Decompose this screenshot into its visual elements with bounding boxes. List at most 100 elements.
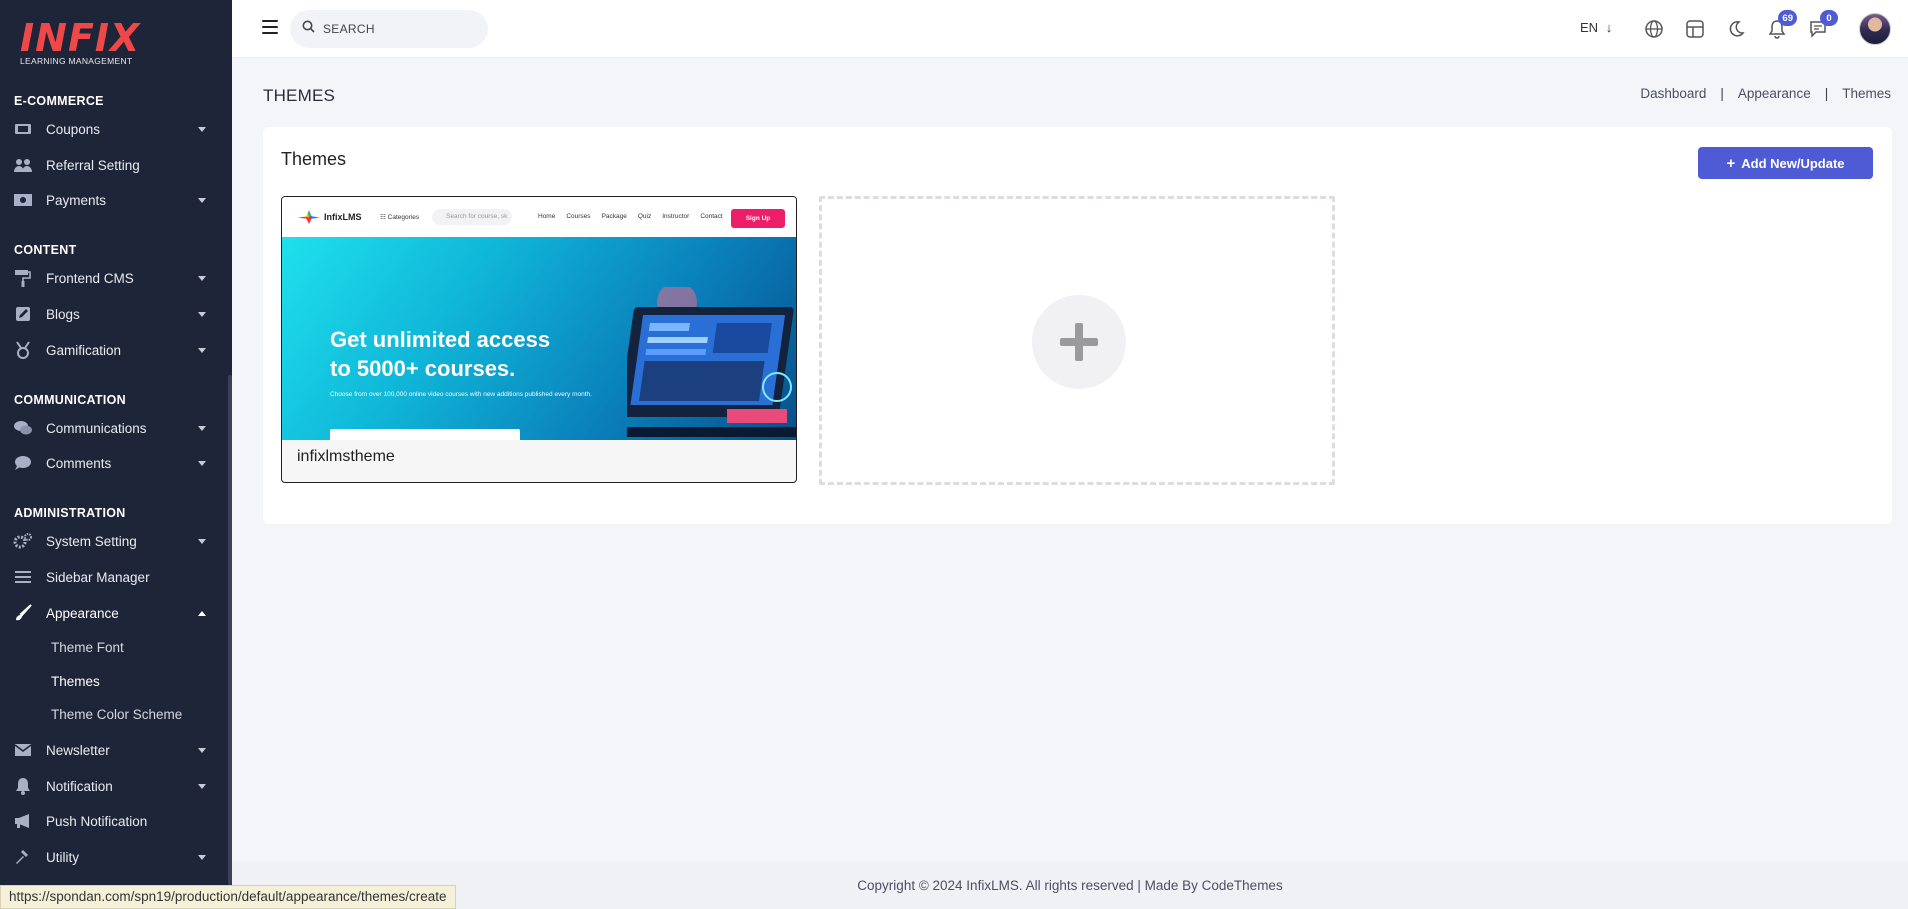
sidebar-item-label: Gamification — [46, 343, 121, 358]
bars-icon — [13, 568, 33, 586]
arrow-down-icon: ↓ — [1606, 20, 1613, 35]
top-header: EN ↓ 69 0 — [232, 0, 1908, 58]
sidebar-item-label: Referral Setting — [46, 158, 140, 173]
gears-icon — [13, 532, 33, 550]
preview-link: Contact — [700, 213, 722, 220]
chevron-down-icon — [198, 784, 206, 789]
preview-categories-label: Categories — [388, 214, 419, 221]
preview-brand: InfixLMS — [324, 212, 362, 222]
laptop-illustration — [627, 287, 796, 437]
page-title: THEMES — [263, 86, 335, 106]
sidebar-subitem-theme-color-scheme[interactable]: Theme Color Scheme — [51, 707, 182, 722]
section-content: CONTENT — [14, 243, 77, 257]
search-input[interactable] — [323, 22, 473, 36]
sidebar-item-push-notification[interactable]: Push Notification — [0, 806, 226, 836]
preview-link: Package — [602, 213, 627, 220]
sidebar-item-referral-setting[interactable]: Referral Setting — [0, 150, 226, 180]
sidebar-item-communications[interactable]: Communications — [0, 413, 226, 443]
card-title: Themes — [281, 149, 346, 170]
moon-icon[interactable] — [1724, 17, 1748, 41]
browser-status-url: https://spondan.com/spn19/production/def… — [0, 885, 456, 909]
breadcrumb-separator: | — [1720, 86, 1724, 101]
preview-hero-heading: Get unlimited access to 5000+ courses. — [330, 325, 550, 383]
chevron-down-icon — [198, 198, 206, 203]
sidebar-item-label: Sidebar Manager — [46, 570, 150, 585]
users-icon — [13, 156, 33, 174]
sidebar-item-label: Push Notification — [46, 814, 147, 829]
preview-link: Home — [538, 213, 555, 220]
sidebar-item-notification[interactable]: Notification — [0, 771, 226, 801]
avatar[interactable] — [1859, 13, 1891, 45]
brush-icon — [13, 604, 33, 622]
theme-name: infixlmstheme — [297, 448, 395, 466]
preview-links: Home Courses Package Quiz Instructor Con… — [538, 213, 723, 220]
breadcrumb-dashboard[interactable]: Dashboard — [1640, 86, 1706, 101]
ticket-icon — [13, 120, 33, 138]
preview-hero-subtext: Choose from over 100,000 online video co… — [330, 390, 610, 399]
medal-icon — [13, 341, 33, 359]
edit-icon — [13, 305, 33, 323]
add-button-label: Add New/Update — [1741, 156, 1844, 171]
sidebar-item-payments[interactable]: Payments — [0, 185, 226, 215]
plus-icon: + — [1726, 155, 1735, 172]
copyright-text: Copyright © 2024 InfixLMS. All rights re… — [857, 878, 1282, 893]
sidebar: INFIX LEARNING MANAGEMENT E-COMMERCE Cou… — [0, 0, 232, 909]
language-selector[interactable]: EN ↓ — [1580, 20, 1612, 35]
section-ecommerce: E-COMMERCE — [14, 94, 104, 108]
messages-icon[interactable]: 0 — [1806, 17, 1830, 41]
sidebar-item-coupons[interactable]: Coupons — [0, 114, 226, 144]
comment-icon — [13, 454, 33, 472]
sidebar-item-label: Notification — [46, 779, 113, 794]
preview-link: Courses — [566, 213, 590, 220]
money-icon — [13, 191, 33, 209]
search-box[interactable] — [290, 10, 488, 48]
add-circle — [1032, 295, 1126, 389]
chevron-down-icon — [198, 127, 206, 132]
sidebar-item-label: Payments — [46, 193, 106, 208]
app-logo[interactable]: INFIX LEARNING MANAGEMENT — [20, 18, 140, 66]
add-new-update-button[interactable]: + Add New/Update — [1698, 147, 1873, 179]
chat-icon — [13, 419, 33, 437]
sidebar-item-utility[interactable]: Utility — [0, 842, 226, 872]
messages-badge: 0 — [1820, 10, 1838, 26]
sidebar-item-sidebar-manager[interactable]: Sidebar Manager — [0, 562, 226, 592]
menu-toggle-icon[interactable] — [262, 20, 278, 34]
chevron-down-icon — [198, 312, 206, 317]
sidebar-subitem-theme-font[interactable]: Theme Font — [51, 640, 124, 655]
hero-line-1: Get unlimited access — [330, 325, 550, 354]
chevron-down-icon — [198, 855, 206, 860]
sidebar-item-system-setting[interactable]: System Setting — [0, 526, 226, 556]
sidebar-item-label: Appearance — [46, 606, 119, 621]
logo-word: INFIX — [20, 18, 140, 58]
sidebar-item-comments[interactable]: Comments — [0, 448, 226, 478]
preview-link: Instructor — [662, 213, 689, 220]
sidebar-item-blogs[interactable]: Blogs — [0, 299, 226, 329]
hero-line-2: to 5000+ courses. — [330, 354, 550, 383]
layout-icon[interactable] — [1683, 17, 1707, 41]
search-icon — [302, 20, 315, 38]
notifications-badge: 69 — [1778, 10, 1797, 26]
sidebar-item-frontend-cms[interactable]: Frontend CMS — [0, 263, 226, 293]
sidebar-scrollbar[interactable] — [228, 375, 232, 885]
add-theme-placeholder[interactable] — [819, 196, 1335, 485]
preview-link: Quiz — [638, 213, 651, 220]
chevron-down-icon — [198, 461, 206, 466]
notifications-bell-icon[interactable]: 69 — [1765, 17, 1789, 41]
burst-logo-icon — [298, 210, 320, 224]
sidebar-subitem-themes[interactable]: Themes — [51, 674, 100, 689]
sidebar-item-label: Frontend CMS — [46, 271, 134, 286]
section-administration: ADMINISTRATION — [14, 506, 126, 520]
sidebar-item-gamification[interactable]: Gamification — [0, 335, 226, 365]
breadcrumb-separator: | — [1825, 86, 1829, 101]
preview-logo: InfixLMS — [298, 210, 362, 224]
preview-hero-input — [330, 429, 520, 440]
bell-icon — [13, 777, 33, 795]
sidebar-item-label: Newsletter — [46, 743, 110, 758]
section-communication: COMMUNICATION — [14, 393, 126, 407]
sidebar-item-appearance[interactable]: Appearance — [0, 598, 226, 628]
sidebar-item-newsletter[interactable]: Newsletter — [0, 735, 226, 765]
globe-icon[interactable] — [1642, 17, 1666, 41]
sidebar-item-label: Coupons — [46, 122, 100, 137]
theme-card-infixlmstheme[interactable]: InfixLMS ☷ Categories Search for course,… — [281, 196, 797, 483]
breadcrumb-appearance[interactable]: Appearance — [1738, 86, 1811, 101]
